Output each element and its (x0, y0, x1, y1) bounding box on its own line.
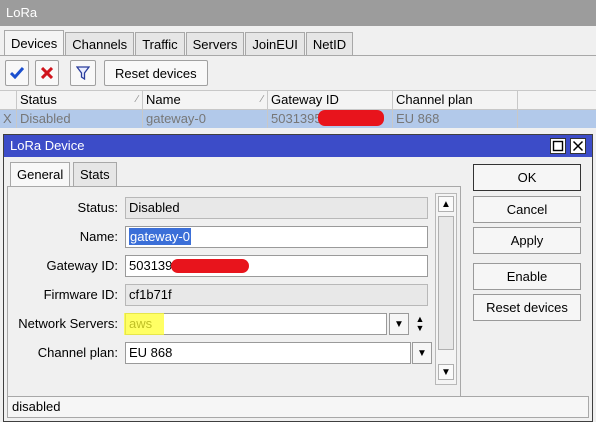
filter-button[interactable] (70, 60, 96, 86)
enable-button[interactable] (5, 60, 29, 86)
tab-traffic[interactable]: Traffic (135, 32, 185, 56)
window-title: LoRa (0, 0, 596, 26)
column-header-flag (0, 91, 17, 109)
general-panel: Status: Disabled Name: gateway-0 Gateway… (7, 186, 461, 400)
arrow-up-icon: ▲ (441, 198, 451, 210)
ok-button[interactable]: OK (473, 164, 581, 191)
tab-devices[interactable]: Devices (4, 30, 65, 56)
column-header-gateway-id[interactable]: Gateway ID (268, 91, 393, 109)
cancel-button[interactable]: Cancel (473, 196, 581, 223)
row-channel-plan: EU 868 (393, 110, 518, 128)
row-gateway-id-value: 5031395 (271, 111, 322, 126)
status-field: Disabled (125, 197, 428, 219)
checkmark-icon (10, 67, 24, 79)
redaction-mark (171, 259, 249, 273)
main-tabs: Devices Channels Traffic Servers JoinEUI… (4, 30, 354, 56)
tab-netid[interactable]: NetID (305, 32, 354, 56)
row-name: gateway-0 (143, 110, 268, 128)
channel-plan-select[interactable]: EU 868 (125, 342, 411, 364)
disable-button[interactable] (35, 60, 59, 86)
arrow-down-icon: ▼ (441, 366, 451, 378)
arrow-down-icon: ▼ (415, 323, 425, 333)
row-flag: X (0, 110, 17, 128)
table-header: Status ∕ Name ∕ Gateway ID Channel plan (0, 90, 596, 110)
lora-device-dialog: LoRa Device General Stats Status: Disabl… (3, 134, 593, 422)
gateway-id-value: 503139 (129, 258, 173, 273)
table-row[interactable]: X Disabled gateway-0 5031395 EU 868 (0, 110, 596, 128)
highlight-mark (124, 313, 164, 335)
x-icon (41, 67, 53, 79)
network-servers-dropdown-button[interactable]: ▼ (389, 313, 409, 335)
column-header-status-label: Status (20, 92, 57, 107)
network-servers-select[interactable]: aws (125, 313, 387, 335)
tab-servers[interactable]: Servers (185, 32, 245, 56)
scroll-thumb[interactable] (438, 216, 454, 350)
maximize-button[interactable] (550, 138, 566, 154)
apply-button[interactable]: Apply (473, 227, 581, 254)
name-input[interactable]: gateway-0 (125, 226, 428, 248)
scrollbar[interactable]: ▲ ▼ (435, 193, 457, 385)
gateway-id-label: Gateway ID: (46, 258, 118, 273)
firmware-id-label: Firmware ID: (43, 287, 118, 302)
tab-stats[interactable]: Stats (73, 162, 117, 186)
channel-plan-label: Channel plan: (37, 345, 118, 360)
reset-devices-button[interactable]: Reset devices (104, 60, 208, 86)
filter-icon (76, 66, 90, 80)
channel-plan-value: EU 868 (129, 345, 173, 360)
close-button[interactable] (570, 138, 586, 154)
status-label: Status: (77, 200, 118, 215)
maximize-icon (552, 140, 564, 152)
status-bar: disabled (7, 396, 589, 418)
chevron-down-icon: ▼ (417, 347, 427, 359)
name-input-value: gateway-0 (129, 228, 191, 245)
firmware-id-field: cf1b71f (125, 284, 428, 306)
enable-button[interactable]: Enable (473, 263, 581, 290)
toolbar: Reset devices (0, 56, 596, 90)
column-header-name-label: Name (146, 92, 181, 107)
name-label: Name: (79, 229, 118, 244)
tab-channels[interactable]: Channels (65, 32, 135, 56)
network-servers-updown[interactable]: ▲ ▼ (413, 313, 427, 335)
scroll-down-button[interactable]: ▼ (438, 364, 454, 380)
channel-plan-dropdown-button[interactable]: ▼ (412, 342, 432, 364)
column-header-status[interactable]: Status ∕ (17, 91, 143, 109)
sort-indicator-icon: ∕ (136, 94, 138, 105)
scroll-up-button[interactable]: ▲ (438, 196, 454, 212)
network-servers-label: Network Servers: (18, 316, 118, 331)
chevron-down-icon: ▼ (394, 318, 404, 330)
tab-joineui[interactable]: JoinEUI (245, 32, 305, 56)
row-status: Disabled (17, 110, 143, 128)
reset-devices-button[interactable]: Reset devices (473, 294, 581, 321)
column-header-channel-plan[interactable]: Channel plan (393, 91, 518, 109)
tab-general[interactable]: General (10, 162, 71, 187)
close-icon (572, 140, 584, 152)
redaction-mark (318, 110, 384, 126)
sort-indicator-icon: ∕ (261, 94, 263, 105)
column-header-name[interactable]: Name ∕ (143, 91, 268, 109)
dialog-title: LoRa Device (4, 135, 592, 157)
